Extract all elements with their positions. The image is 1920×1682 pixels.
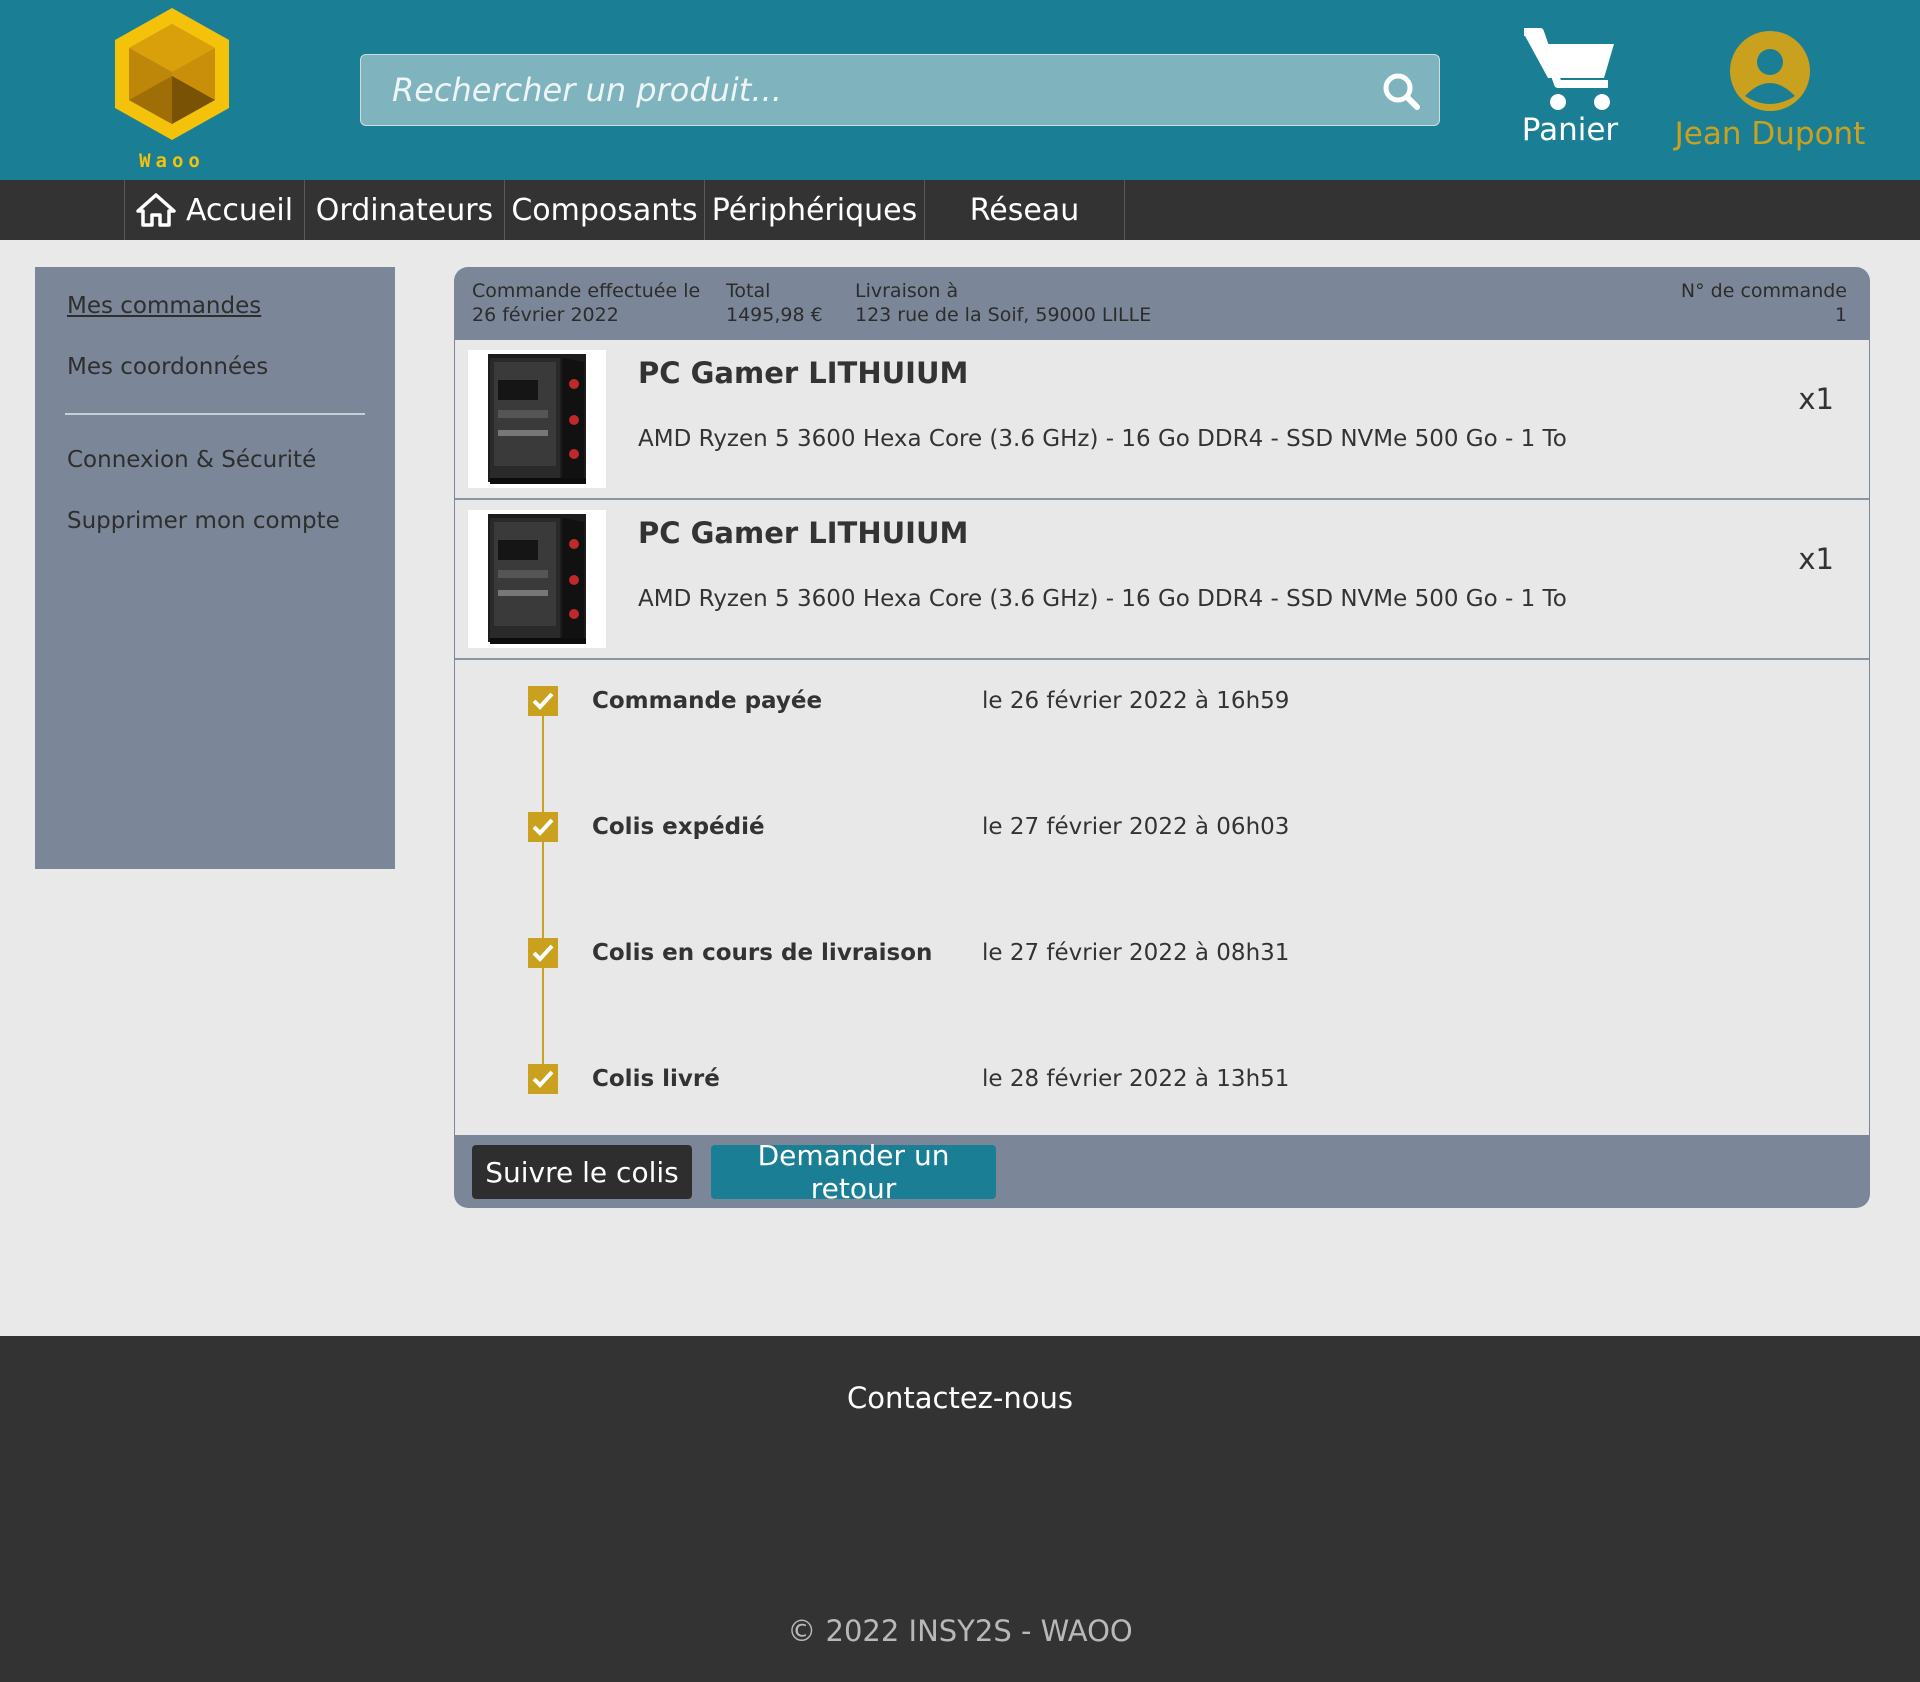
- timeline-step: Colis en cours de livraison le 27 févrie…: [455, 936, 1869, 976]
- product-quantity: x1: [1798, 542, 1834, 576]
- nav-item-accueil[interactable]: Accueil: [124, 180, 305, 240]
- product-image[interactable]: [468, 510, 606, 648]
- order-date-label: Commande effectuée le: [472, 280, 701, 302]
- nav-item-composants[interactable]: Composants: [505, 180, 705, 240]
- logo-hexagon-icon: [115, 8, 229, 140]
- product-description: AMD Ryzen 5 3600 Hexa Core (3.6 GHz) - 1…: [638, 426, 1567, 452]
- request-return-button[interactable]: Demander un retour: [711, 1139, 996, 1205]
- order-card: Commande effectuée le 26 février 2022 To…: [454, 267, 1870, 1208]
- user-avatar-icon: [1730, 31, 1810, 111]
- order-date-value: 26 février 2022: [472, 304, 619, 326]
- order-total: Total 1495,98 €: [726, 279, 823, 327]
- order-number: N° de commande 1: [1681, 279, 1847, 327]
- order-item: PC Gamer LITHUIUM AMD Ryzen 5 3600 Hexa …: [455, 500, 1869, 660]
- cart-button[interactable]: Panier: [1510, 28, 1630, 156]
- step-date: le 26 février 2022 à 16h59: [982, 688, 1290, 714]
- order-total-label: Total: [726, 280, 771, 302]
- timeline-step: Colis expédié le 27 février 2022 à 06h03: [455, 810, 1869, 850]
- order-header: Commande effectuée le 26 février 2022 To…: [454, 267, 1870, 340]
- order-date: Commande effectuée le 26 février 2022: [472, 279, 700, 327]
- cart-label: Panier: [1521, 112, 1619, 148]
- sidebar-item-mes-coordonnees[interactable]: Mes coordonnées: [67, 354, 268, 380]
- nav-item-reseau[interactable]: Réseau: [925, 180, 1125, 240]
- main-nav: Accueil Ordinateurs Composants Périphéri…: [0, 180, 1920, 240]
- step-title: Commande payée: [592, 688, 823, 714]
- nav-label: Réseau: [969, 192, 1080, 228]
- user-account-button[interactable]: Jean Dupont: [1670, 30, 1870, 156]
- copyright: © 2022 INSY2S - WAOO: [787, 1614, 1133, 1648]
- product-image[interactable]: [468, 350, 606, 488]
- site-header: Waoo Panier Jean Dupont: [0, 0, 1920, 180]
- timeline-step: Colis livré le 28 février 2022 à 13h51: [455, 1062, 1869, 1102]
- cart-icon: [1524, 28, 1614, 110]
- step-title: Colis livré: [592, 1066, 720, 1092]
- sidebar-divider: [65, 413, 365, 415]
- order-item: PC Gamer LITHUIUM AMD Ryzen 5 3600 Hexa …: [455, 340, 1869, 500]
- order-number-value: 1: [1834, 304, 1847, 326]
- order-delivery: Livraison à 123 rue de la Soif, 59000 LI…: [855, 279, 1151, 327]
- sidebar-item-connexion-securite[interactable]: Connexion & Sécurité: [67, 447, 316, 473]
- search-input[interactable]: [361, 55, 1361, 125]
- nav-label: Composants: [511, 192, 698, 228]
- nav-label: Ordinateurs: [315, 192, 494, 228]
- product-quantity: x1: [1798, 382, 1834, 416]
- step-title: Colis en cours de livraison: [592, 940, 933, 966]
- nav-item-peripheriques[interactable]: Périphériques: [705, 180, 925, 240]
- step-date: le 27 février 2022 à 08h31: [982, 940, 1290, 966]
- order-delivery-label: Livraison à: [855, 280, 959, 302]
- site-footer: Contactez-nous © 2022 INSY2S - WAOO: [0, 1336, 1920, 1682]
- pc-case-icon: [488, 514, 586, 644]
- nav-item-ordinateurs[interactable]: Ordinateurs: [305, 180, 505, 240]
- brand-name: Waoo: [139, 150, 205, 172]
- product-name[interactable]: PC Gamer LITHUIUM: [638, 356, 968, 390]
- step-title: Colis expédié: [592, 814, 765, 840]
- logo[interactable]: Waoo: [105, 4, 239, 176]
- sidebar-item-mes-commandes[interactable]: Mes commandes: [67, 293, 261, 319]
- search-bar: [360, 54, 1440, 126]
- user-name: Jean Dupont: [1674, 116, 1866, 152]
- nav-label: Accueil: [185, 192, 294, 228]
- checkbox-checked-icon: [528, 812, 558, 842]
- contact-link[interactable]: Contactez-nous: [0, 1381, 1920, 1415]
- order-number-label: N° de commande: [1680, 280, 1847, 302]
- order-body: PC Gamer LITHUIUM AMD Ryzen 5 3600 Hexa …: [455, 340, 1869, 1135]
- sidebar-item-supprimer-compte[interactable]: Supprimer mon compte: [67, 508, 340, 534]
- product-description: AMD Ryzen 5 3600 Hexa Core (3.6 GHz) - 1…: [638, 586, 1567, 612]
- timeline-line: [542, 696, 544, 1076]
- step-date: le 28 février 2022 à 13h51: [982, 1066, 1290, 1092]
- nav-label: Périphériques: [711, 192, 918, 228]
- order-total-value: 1495,98 €: [726, 304, 823, 326]
- checkbox-checked-icon: [528, 686, 558, 716]
- checkbox-checked-icon: [528, 938, 558, 968]
- track-package-button[interactable]: Suivre le colis: [472, 1145, 692, 1199]
- order-delivery-value: 123 rue de la Soif, 59000 LILLE: [855, 304, 1152, 326]
- pc-case-icon: [488, 354, 586, 484]
- account-sidebar: Mes commandes Mes coordonnées Connexion …: [35, 267, 395, 869]
- checkbox-checked-icon: [528, 1064, 558, 1094]
- product-name[interactable]: PC Gamer LITHUIUM: [638, 516, 968, 550]
- timeline-step: Commande payée le 26 février 2022 à 16h5…: [455, 684, 1869, 724]
- home-icon: [136, 193, 176, 227]
- step-date: le 27 février 2022 à 06h03: [982, 814, 1290, 840]
- search-icon[interactable]: [1381, 71, 1421, 111]
